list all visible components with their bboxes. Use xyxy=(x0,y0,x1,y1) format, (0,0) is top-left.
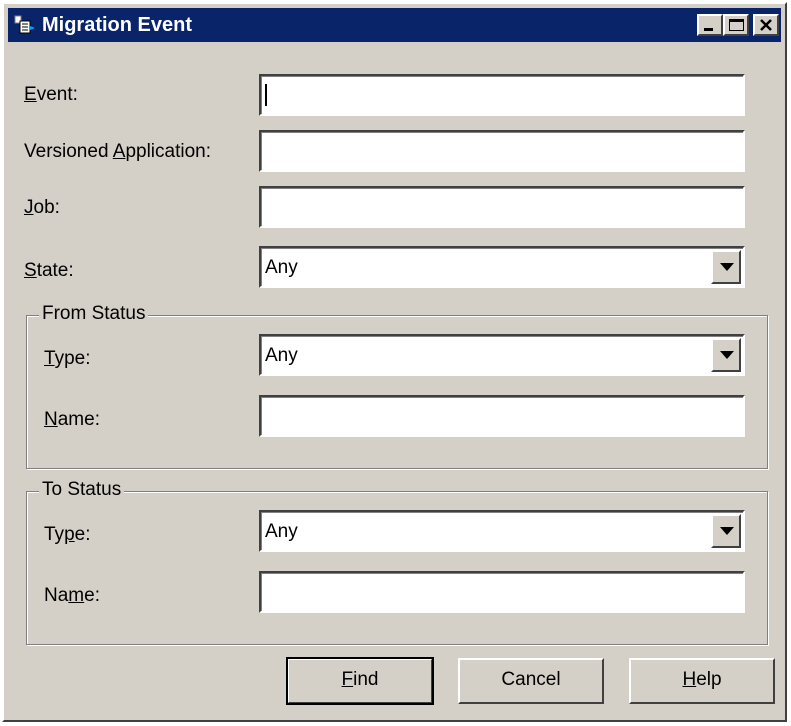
maximize-button[interactable] xyxy=(723,14,749,36)
find-button[interactable]: Find xyxy=(286,657,434,705)
close-button[interactable] xyxy=(753,14,779,36)
to-type-label: Type: xyxy=(44,524,91,545)
from-type-dropdown[interactable]: Any xyxy=(259,334,745,376)
event-input[interactable] xyxy=(259,74,745,116)
from-name-label: Name: xyxy=(44,409,100,430)
state-dropdown-button[interactable] xyxy=(711,250,741,284)
from-name-input[interactable] xyxy=(259,395,745,437)
versioned-application-input[interactable] xyxy=(259,130,745,172)
help-button[interactable]: Help xyxy=(629,658,775,704)
from-type-label: Type: xyxy=(44,348,91,369)
job-input[interactable] xyxy=(259,186,745,228)
to-name-label: Name: xyxy=(44,585,100,606)
to-type-dropdown[interactable]: Any xyxy=(259,510,745,552)
from-type-selected-value: Any xyxy=(265,345,298,366)
job-label: Job: xyxy=(24,197,60,218)
title-bar[interactable]: Migration Event xyxy=(8,8,781,42)
cancel-button[interactable]: Cancel xyxy=(458,658,604,704)
from-type-dropdown-button[interactable] xyxy=(711,338,741,372)
state-selected-value: Any xyxy=(265,257,298,278)
text-caret xyxy=(265,84,267,106)
minimize-button[interactable] xyxy=(697,14,723,36)
to-name-input[interactable] xyxy=(259,571,745,613)
window-title: Migration Event xyxy=(42,14,193,36)
to-type-dropdown-button[interactable] xyxy=(711,514,741,548)
versioned-application-label: Versioned Application: xyxy=(24,141,211,162)
to-status-title: To Status xyxy=(39,479,125,501)
state-label: State: xyxy=(24,260,74,281)
event-label: Event: xyxy=(24,84,78,105)
state-dropdown[interactable]: Any xyxy=(259,246,745,288)
from-status-title: From Status xyxy=(39,303,149,325)
to-type-selected-value: Any xyxy=(265,521,298,542)
migration-event-dialog: Migration Event Event: Versioned Applica… xyxy=(2,2,787,722)
window-app-icon xyxy=(14,15,36,35)
